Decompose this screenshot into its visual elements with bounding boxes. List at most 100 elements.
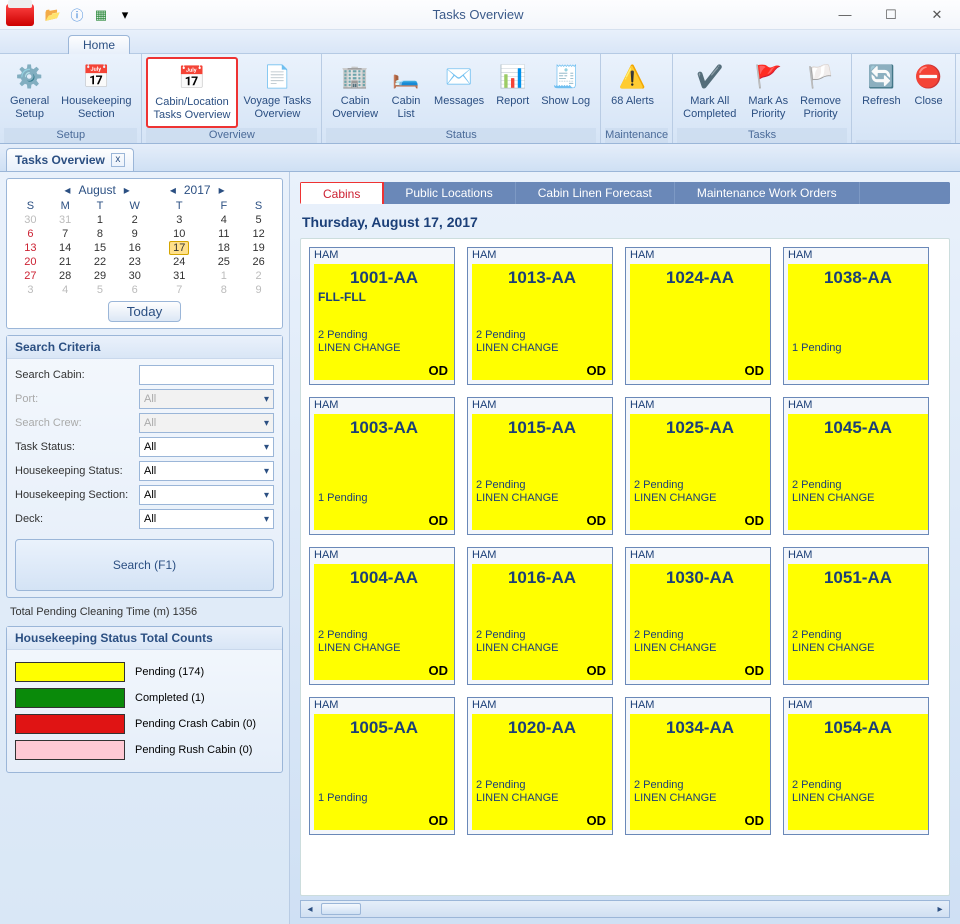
cabin-card[interactable]: HAM1001-AAFLL-FLL2 Pending LINEN CHANGEO… [309, 247, 455, 385]
search-button[interactable]: Search (F1) [15, 539, 274, 591]
ribbon-show-log[interactable]: 🧾Show Log [535, 57, 596, 128]
right-tab-cabin-linen-forecast[interactable]: Cabin Linen Forecast [516, 182, 675, 204]
calendar-day[interactable]: 23 [117, 255, 152, 269]
qat-flag-icon[interactable]: ▦ [92, 6, 110, 24]
ribbon-voyage-tasks-overview[interactable]: 📄Voyage Tasks Overview [238, 57, 318, 128]
hk-status-combo[interactable]: All [139, 461, 274, 481]
cabin-card[interactable]: HAM1030-AA2 Pending LINEN CHANGEOD [625, 547, 771, 685]
cabin-card[interactable]: HAM1005-AA1 PendingOD [309, 697, 455, 835]
cabin-card[interactable]: HAM1015-AA2 Pending LINEN CHANGEOD [467, 397, 613, 535]
maximize-button[interactable]: ☐ [868, 1, 914, 29]
calendar-day[interactable]: 6 [117, 283, 152, 297]
calendar-day[interactable]: 6 [13, 227, 48, 241]
calendar-prev-month-icon[interactable]: ◂ [60, 183, 74, 197]
calendar-day[interactable]: 27 [13, 269, 48, 283]
calendar-day[interactable]: 25 [206, 255, 241, 269]
calendar-day[interactable]: 21 [48, 255, 83, 269]
calendar[interactable]: ◂ August ▸ ◂ 2017 ▸ SMTWTFS3031123456789… [6, 178, 283, 329]
calendar-day[interactable]: 9 [241, 283, 276, 297]
ribbon-mark-all-completed[interactable]: ✔️Mark All Completed [677, 57, 742, 128]
calendar-day[interactable]: 7 [152, 283, 206, 297]
calendar-day[interactable]: 4 [48, 283, 83, 297]
calendar-prev-year-icon[interactable]: ◂ [166, 183, 180, 197]
document-tab[interactable]: Tasks Overview x [6, 148, 134, 171]
cabin-card[interactable]: HAM1003-AA1 PendingOD [309, 397, 455, 535]
calendar-day[interactable]: 3 [152, 213, 206, 227]
calendar-day[interactable]: 9 [117, 227, 152, 241]
cabin-card[interactable]: HAM1016-AA2 Pending LINEN CHANGEOD [467, 547, 613, 685]
horizontal-scrollbar[interactable]: ◂ ▸ [300, 900, 950, 918]
calendar-day[interactable]: 14 [48, 241, 83, 255]
close-window-button[interactable]: ✕ [914, 1, 960, 29]
cabin-card[interactable]: HAM1054-AA2 Pending LINEN CHANGE [783, 697, 929, 835]
cabin-card[interactable]: HAM1013-AA2 Pending LINEN CHANGEOD [467, 247, 613, 385]
search-cabin-input[interactable] [139, 365, 274, 385]
right-tab-cabins[interactable]: Cabins [300, 182, 384, 204]
scroll-left-icon[interactable]: ◂ [301, 904, 319, 915]
ribbon-alerts[interactable]: ⚠️68 Alerts [605, 57, 660, 128]
calendar-day[interactable]: 19 [241, 241, 276, 255]
qat-open-icon[interactable]: 📂 [44, 6, 62, 24]
calendar-day[interactable]: 31 [152, 269, 206, 283]
calendar-day[interactable]: 11 [206, 227, 241, 241]
calendar-today-button[interactable]: Today [108, 301, 182, 322]
calendar-day[interactable]: 17 [152, 241, 206, 255]
ribbon-general-setup[interactable]: ⚙️General Setup [4, 57, 55, 128]
calendar-day[interactable]: 5 [241, 213, 276, 227]
calendar-next-month-icon[interactable]: ▸ [120, 183, 134, 197]
calendar-day[interactable]: 1 [206, 269, 241, 283]
cabin-card[interactable]: HAM1034-AA2 Pending LINEN CHANGEOD [625, 697, 771, 835]
ribbon-cabin-overview[interactable]: 🏢Cabin Overview [326, 57, 384, 128]
calendar-day[interactable]: 24 [152, 255, 206, 269]
calendar-day[interactable]: 20 [13, 255, 48, 269]
calendar-day[interactable]: 15 [83, 241, 118, 255]
calendar-day[interactable]: 1 [83, 213, 118, 227]
calendar-day[interactable]: 10 [152, 227, 206, 241]
right-tab-public-locations[interactable]: Public Locations [383, 182, 515, 204]
cabin-card[interactable]: HAM1024-AAOD [625, 247, 771, 385]
calendar-day[interactable]: 31 [48, 213, 83, 227]
ribbon-remove-priority[interactable]: 🏳️Remove Priority [794, 57, 847, 128]
ribbon-refresh[interactable]: 🔄Refresh [856, 57, 907, 140]
document-tab-close-icon[interactable]: x [111, 153, 125, 167]
calendar-day[interactable]: 2 [241, 269, 276, 283]
ribbon-close[interactable]: ⛔Close [907, 57, 951, 140]
ribbon-report[interactable]: 📊Report [490, 57, 535, 128]
deck-combo[interactable]: All [139, 509, 274, 529]
minimize-button[interactable]: — [822, 1, 868, 29]
ribbon-cabin-location-tasks-overview[interactable]: 📅Cabin/Location Tasks Overview [146, 57, 237, 128]
ribbon-housekeeping-section[interactable]: 📅Housekeeping Section [55, 57, 137, 128]
calendar-day[interactable]: 30 [13, 213, 48, 227]
right-tab-maintenance-work-orders[interactable]: Maintenance Work Orders [675, 182, 860, 204]
calendar-day[interactable]: 7 [48, 227, 83, 241]
calendar-day[interactable]: 22 [83, 255, 118, 269]
hk-section-combo[interactable]: All [139, 485, 274, 505]
cabin-card[interactable]: HAM1045-AA2 Pending LINEN CHANGE [783, 397, 929, 535]
calendar-day[interactable]: 4 [206, 213, 241, 227]
qat-info-icon[interactable]: ⓘ [68, 6, 86, 24]
calendar-day[interactable]: 16 [117, 241, 152, 255]
calendar-day[interactable]: 18 [206, 241, 241, 255]
ribbon-mark-as-priority[interactable]: 🚩Mark As Priority [742, 57, 794, 128]
calendar-day[interactable]: 8 [206, 283, 241, 297]
task-status-combo[interactable]: All [139, 437, 274, 457]
calendar-day[interactable]: 13 [13, 241, 48, 255]
cabin-card[interactable]: HAM1051-AA2 Pending LINEN CHANGE [783, 547, 929, 685]
calendar-next-year-icon[interactable]: ▸ [215, 183, 229, 197]
calendar-day[interactable]: 30 [117, 269, 152, 283]
cabin-card[interactable]: HAM1025-AA2 Pending LINEN CHANGEOD [625, 397, 771, 535]
qat-dropdown-icon[interactable]: ▾ [116, 6, 134, 24]
scroll-thumb[interactable] [321, 903, 361, 915]
cabin-card[interactable]: HAM1038-AA1 Pending [783, 247, 929, 385]
calendar-day[interactable]: 5 [83, 283, 118, 297]
calendar-day[interactable]: 26 [241, 255, 276, 269]
calendar-day[interactable]: 29 [83, 269, 118, 283]
cabin-card[interactable]: HAM1020-AA2 Pending LINEN CHANGEOD [467, 697, 613, 835]
cabin-card[interactable]: HAM1004-AA2 Pending LINEN CHANGEOD [309, 547, 455, 685]
calendar-day[interactable]: 28 [48, 269, 83, 283]
ribbon-messages[interactable]: ✉️Messages [428, 57, 490, 128]
calendar-day[interactable]: 8 [83, 227, 118, 241]
ribbon-cabin-list[interactable]: 🛏️Cabin List [384, 57, 428, 128]
scroll-right-icon[interactable]: ▸ [931, 904, 949, 915]
calendar-day[interactable]: 12 [241, 227, 276, 241]
